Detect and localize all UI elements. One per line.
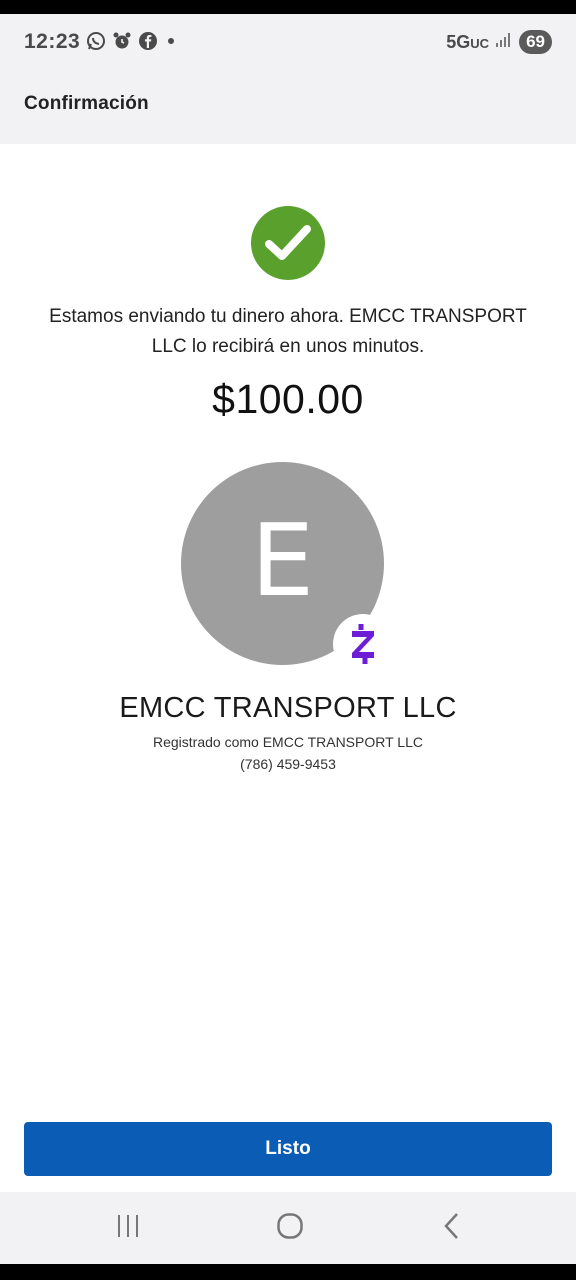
network-type: 5G: [446, 31, 471, 52]
status-right: 5GUC 69: [446, 30, 552, 54]
dot-icon: [164, 31, 178, 51]
confirmation-content: Estamos enviando tu dinero ahora. EMCC T…: [0, 144, 576, 1192]
recipient-name: EMCC TRANSPORT LLC: [119, 692, 457, 724]
recent-apps-button[interactable]: [88, 1192, 168, 1264]
network-label: 5GUC: [446, 32, 489, 53]
recipient-phone: (786) 459-9453: [240, 756, 336, 772]
network-sub: UC: [470, 35, 490, 51]
done-button[interactable]: Listo: [24, 1122, 552, 1176]
status-bar: 12:23 5GUC 69: [0, 14, 576, 74]
transfer-amount: $100.00: [212, 376, 364, 422]
whatsapp-icon: [86, 31, 106, 51]
battery-indicator: 69: [519, 30, 552, 54]
facebook-icon: [138, 31, 158, 51]
app-header: Confirmación: [0, 74, 576, 144]
avatar-initial: E: [250, 502, 315, 619]
confirmation-message: Estamos enviando tu dinero ahora. EMCC T…: [49, 306, 527, 357]
zelle-icon: [333, 614, 393, 674]
registered-as: Registrado como EMCC TRANSPORT LLC: [153, 734, 423, 750]
home-icon: [276, 1212, 304, 1245]
signal-icon: [495, 32, 513, 53]
home-button[interactable]: [250, 1192, 330, 1264]
recent-apps-icon: [115, 1214, 141, 1243]
top-edge: [0, 0, 576, 14]
success-check-icon: [251, 206, 325, 280]
notification-icons: [86, 31, 178, 51]
back-icon: [442, 1212, 462, 1245]
system-nav-bar: [0, 1192, 576, 1264]
page-title: Confirmación: [24, 93, 149, 114]
bottom-edge: [0, 1264, 576, 1280]
status-time: 12:23: [24, 30, 81, 53]
alarm-icon: [112, 31, 132, 51]
back-button[interactable]: [412, 1192, 492, 1264]
